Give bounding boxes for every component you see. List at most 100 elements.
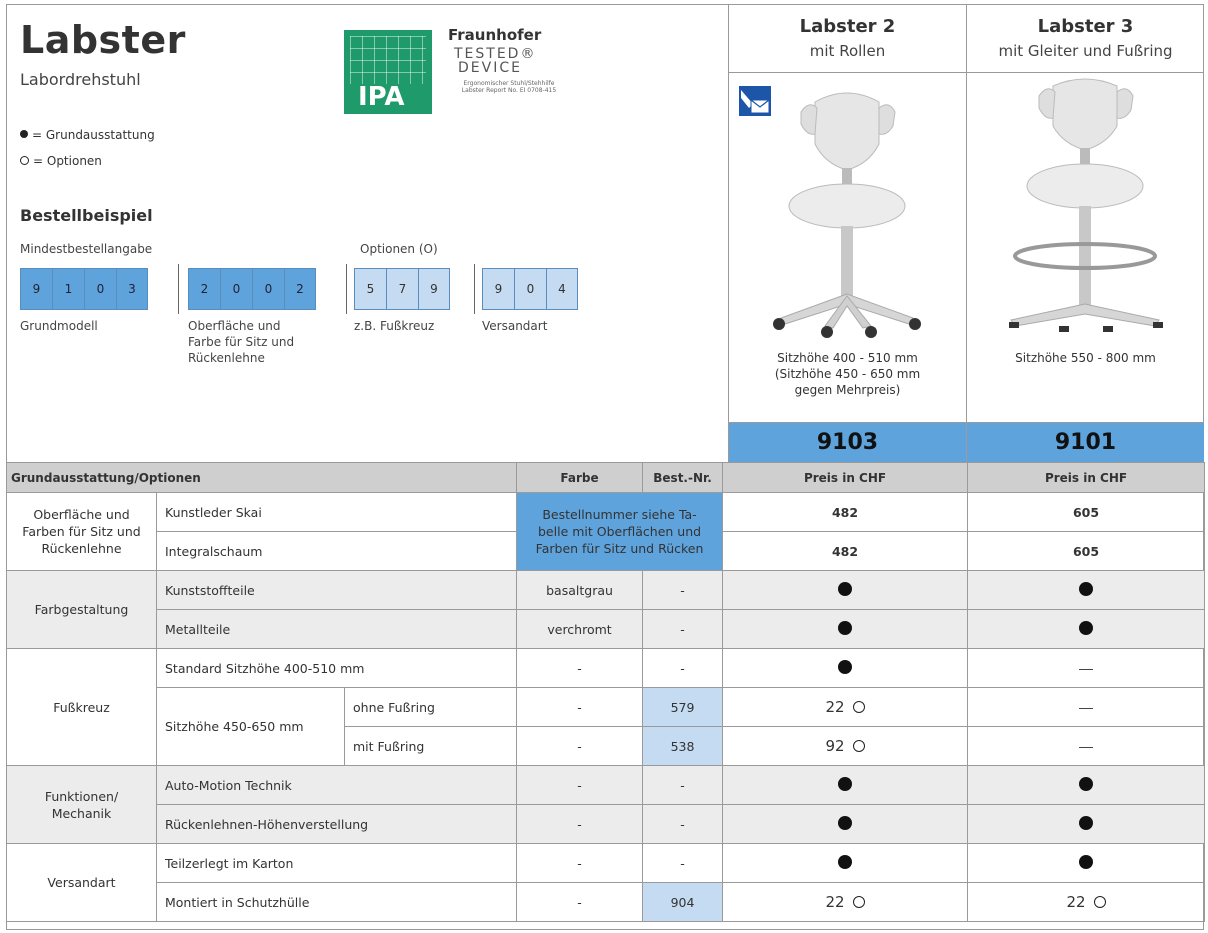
caption-versand: Versandart [482,319,548,333]
product-labster-3: Labster 3 mit Gleiter und Fußring Sitzhö… [966,4,1204,462]
price-cell: 482 [722,531,969,571]
legend-basic: = Grundausstattung [20,128,155,142]
group-line: Farben für Sitz und [22,524,141,539]
code-digit: 9 [20,268,52,310]
chair-gleiter-drawing [1009,78,1163,332]
product-labster-2: Labster 2 mit Rollen Sitzhöhe 400 - 510 … [728,4,966,462]
filled-dot-icon [838,659,853,674]
logo-fraunhofer-text: Fraunhofer [448,26,542,44]
table-row: Sitzhöhe 450-650 mm ohne Fußring - 579 2… [7,687,1206,766]
filled-dot-icon [838,854,853,869]
caption-line: Sitzhöhe 400 - 510 mm [777,351,918,365]
code-separator [346,264,347,314]
option-price: 92 [825,737,845,755]
logo-small-text: Ergonomischer Stuhl/Stehhilfe Labster Re… [461,80,557,94]
code-digit: 0 [514,268,546,310]
table-row: Fußkreuz Standard Sitzhöhe 400-510 mm - … [6,648,1206,766]
filled-dot-icon [1079,815,1094,830]
code-digit: 3 [116,268,148,310]
table-row: Metallteile verchromt - [7,609,1206,649]
item-label: Montiert in Schutzhülle [155,882,518,922]
caption-line: Sitzhöhe 550 - 800 mm [1015,351,1156,365]
caption-grundmodell: Grundmodell [20,319,98,333]
code-digit: 2 [188,268,220,310]
shipping-envelope-icon [739,86,771,116]
standard-dot-cell [722,765,969,805]
option-price-cell: 22 [967,882,1206,922]
logo-grid [350,36,426,84]
table-row: Farbgestaltung Kunststoffteile basaltgra… [6,570,1206,649]
logo-ipa-text: IPA [358,82,405,112]
item-label: Integralschaum [155,531,518,571]
filled-dot-icon [1079,776,1094,791]
code-digit: 5 [354,268,386,310]
farbe-cell: - [516,726,644,766]
chair-image-rollen [729,74,966,344]
header-bestnr: Best.-Nr. [642,462,724,493]
group-versandart: Versandart [6,843,157,922]
header-farbe: Farbe [516,462,644,493]
divider [967,72,1204,73]
code-option: 5 7 9 [354,268,450,310]
header-price-1: Preis in CHF [722,462,969,493]
legend-options: = Optionen [20,154,102,168]
not-available-cell [967,648,1206,688]
bestnr-cell: - [642,765,724,805]
item-label: Auto-Motion Technik [155,765,518,805]
group-fusskreuz: Fußkreuz [6,648,157,766]
bestnr-cell: - [642,648,724,688]
product-variant: mit Gleiter und Fußring [998,42,1173,60]
filled-dot-icon [1079,581,1094,596]
product-variant: mit Rollen [809,42,886,60]
code-versand: 9 0 4 [482,268,578,310]
group-line: Rückenlehne [41,541,122,556]
legend-basic-label: = Grundausstattung [32,128,155,142]
product-code: 9101 [967,422,1204,462]
standard-dot-cell [967,765,1206,805]
order-options-label: Optionen (O) [360,242,438,256]
logo-device-text: DEVICE [458,60,522,76]
caption-line: Rückenlehne [188,351,265,365]
farbe-cell: basaltgrau [516,570,644,610]
order-number-note: Bestellnummer siehe Ta- belle mit Oberfl… [516,492,724,571]
standard-dot-cell [967,570,1206,610]
item-label: Metallteile [155,609,518,649]
option-price-cell: 22 [722,882,969,922]
group-line: Oberfläche und [33,507,130,522]
group-funktionen: Funktionen/ Mechanik [6,765,157,844]
filled-dot-icon [838,776,853,791]
standard-dot-cell [722,648,969,688]
open-circle-icon [852,701,865,713]
code-separator [474,264,475,314]
caption-line: Farbe für Sitz und [188,335,295,349]
open-circle-icon [20,156,29,165]
open-circle-icon [852,896,865,908]
code-digit: 0 [84,268,116,310]
code-digit: 2 [284,268,316,310]
caption-option: z.B. Fußkreuz [354,319,435,333]
bestnr-cell: 579 [642,687,724,727]
table-header-row: Grundausstattung/Optionen Farbe Best.-Nr… [5,462,1206,493]
group-line: Funktionen/ [44,788,119,804]
code-digit: 1 [52,268,84,310]
farbe-cell: - [516,804,644,844]
order-example-title: Bestellbeispiel [20,206,153,225]
bestnr-cell: - [642,609,724,649]
note-line: Farben für Sitz und Rücken [535,541,704,556]
code-grundmodell: 9 1 0 3 [20,268,148,310]
bestnr-cell: 904 [642,882,724,922]
price-cell: 605 [967,531,1206,571]
standard-dot-cell [722,843,969,883]
dash-icon [1079,668,1094,670]
farbe-cell: - [516,687,644,727]
ipa-logo-box: IPA [344,30,432,114]
table-row: Versandart Teilzerlegt im Karton - - [6,843,1206,922]
product-title: Labster [20,18,186,62]
product-name: Labster 2 [799,16,896,37]
bestnr-cell: - [642,804,724,844]
chair-image-gleiter [967,74,1204,344]
code-digit: 4 [546,268,578,310]
product-caption: Sitzhöhe 400 - 510 mm (Sitzhöhe 450 - 65… [729,350,966,398]
standard-dot-cell [967,843,1206,883]
caption-line: gegen Mehrpreis) [794,383,901,397]
